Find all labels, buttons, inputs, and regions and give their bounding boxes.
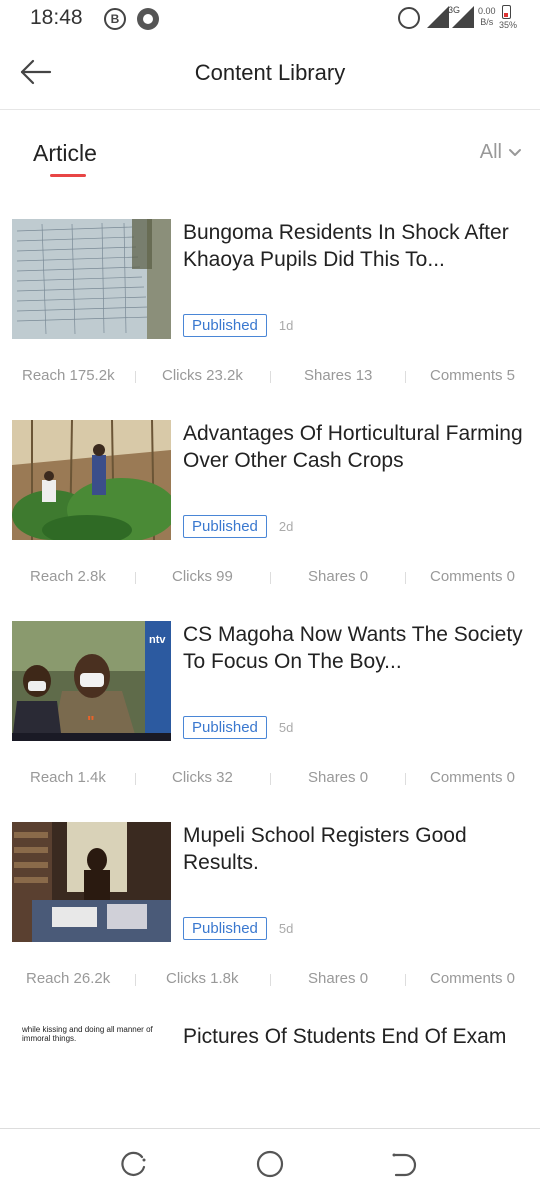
article-thumbnail — [12, 219, 171, 339]
app-header: Content Library — [0, 38, 540, 110]
stat-divider — [135, 371, 136, 383]
status-time: 18:48 — [30, 6, 83, 29]
signal-icon-2 — [452, 6, 474, 28]
article-title[interactable]: CS Magoha Now Wants The Society To Focus… — [183, 621, 523, 675]
svg-text:": " — [87, 714, 95, 731]
list-item[interactable]: Bungoma Residents In Shock After Khaoya … — [0, 219, 540, 420]
filter-dropdown[interactable]: All — [480, 141, 522, 164]
article-status-row: Published 5d — [183, 917, 293, 940]
chevron-down-icon — [509, 148, 521, 156]
article-age: 2d — [278, 519, 294, 534]
stat-divider — [270, 773, 271, 785]
alarm-icon — [398, 7, 420, 29]
list-item[interactable]: ntv " CS Magoha Now Wants The Society To… — [0, 621, 540, 822]
article-title[interactable]: Bungoma Residents In Shock After Khaoya … — [183, 219, 523, 273]
system-nav-bar — [0, 1128, 540, 1200]
status-badge: Published — [183, 314, 267, 337]
stat-shares: Shares 0 — [308, 970, 369, 987]
b-app-icon: B — [104, 8, 126, 30]
stat-shares: Shares 0 — [308, 568, 369, 585]
stat-divider — [405, 773, 406, 785]
stat-divider — [135, 974, 136, 986]
chrome-icon — [137, 8, 159, 30]
article-thumbnail — [12, 822, 171, 942]
recent-apps-icon — [121, 1151, 146, 1176]
stat-divider — [135, 572, 136, 584]
stat-comments: Comments 5 — [430, 367, 516, 384]
status-bar: 18:48 B 3G 0.00 B/s 35% — [0, 0, 540, 38]
stat-comments: Comments 0 — [430, 769, 516, 786]
article-stats: Reach 26.2k Clicks 1.8k Shares 0 Comment… — [0, 970, 540, 992]
article-title[interactable]: Pictures Of Students End Of Exam — [183, 1023, 523, 1050]
stat-clicks: Clicks 32 — [172, 769, 233, 786]
back-nav-button[interactable] — [389, 1149, 419, 1179]
stat-clicks: Clicks 23.2k — [162, 367, 243, 384]
stat-clicks: Clicks 1.8k — [166, 970, 239, 987]
stat-comments: Comments 0 — [430, 568, 516, 585]
list-item[interactable]: Mupeli School Registers Good Results. Pu… — [0, 822, 540, 1023]
page-title: Content Library — [194, 60, 346, 85]
home-button[interactable] — [255, 1149, 285, 1179]
stat-divider — [135, 773, 136, 785]
article-age: 1d — [278, 318, 294, 333]
article-status-row: Published 1d — [183, 314, 293, 337]
battery-icon — [502, 5, 511, 19]
battery-percent: 35% — [499, 20, 518, 30]
article-status-row: Published 5d — [183, 716, 293, 739]
filter-label: All — [479, 141, 502, 163]
signal-icon — [427, 6, 449, 28]
net-speed: 0.00 B/s — [478, 6, 496, 28]
article-stats: Reach 1.4k Clicks 32 Shares 0 Comments 0 — [0, 769, 540, 791]
tab-article[interactable]: Article — [33, 140, 97, 167]
tab-active-indicator — [50, 174, 86, 177]
net-speed-unit: B/s — [480, 17, 494, 27]
list-item[interactable]: while kissing and doing all manner of im… — [0, 1023, 540, 1123]
stat-reach: Reach 175.2k — [22, 367, 115, 384]
recent-apps-button[interactable] — [120, 1149, 150, 1179]
stat-shares: Shares 13 — [304, 367, 373, 384]
stat-comments: Comments 0 — [430, 970, 516, 987]
thumbnail-caption: while kissing and doing all manner of im… — [22, 1025, 153, 1043]
list-item[interactable]: Advantages Of Horticultural Farming Over… — [0, 420, 540, 621]
article-title[interactable]: Advantages Of Horticultural Farming Over… — [183, 420, 523, 474]
article-age: 5d — [278, 921, 294, 936]
stat-clicks: Clicks 99 — [172, 568, 233, 585]
status-badge: Published — [183, 515, 267, 538]
tab-row: Article All — [0, 110, 540, 190]
stat-divider — [405, 572, 406, 584]
stat-divider — [270, 974, 271, 986]
net-speed-value: 0.00 — [478, 6, 496, 16]
article-status-row: Published 2d — [183, 515, 293, 538]
stat-reach: Reach 1.4k — [30, 769, 106, 786]
stat-divider — [270, 371, 271, 383]
status-badge: Published — [183, 716, 267, 739]
stat-reach: Reach 2.8k — [30, 568, 106, 585]
home-circle-icon — [256, 1150, 284, 1178]
article-age: 5d — [278, 720, 294, 735]
svg-text:ntv: ntv — [149, 634, 166, 646]
stat-reach: Reach 26.2k — [26, 970, 111, 987]
article-title[interactable]: Mupeli School Registers Good Results. — [183, 822, 523, 876]
article-thumbnail — [12, 420, 171, 540]
stat-divider — [405, 974, 406, 986]
back-nav-icon — [392, 1153, 417, 1177]
article-thumbnail: while kissing and doing all manner of im… — [12, 1023, 171, 1053]
stat-divider — [405, 371, 406, 383]
stat-shares: Shares 0 — [308, 769, 369, 786]
article-stats: Reach 175.2k Clicks 23.2k Shares 13 Comm… — [0, 367, 540, 389]
status-badge: Published — [183, 917, 267, 940]
stat-divider — [270, 572, 271, 584]
article-stats: Reach 2.8k Clicks 99 Shares 0 Comments 0 — [0, 568, 540, 590]
article-thumbnail: ntv " — [12, 621, 171, 741]
